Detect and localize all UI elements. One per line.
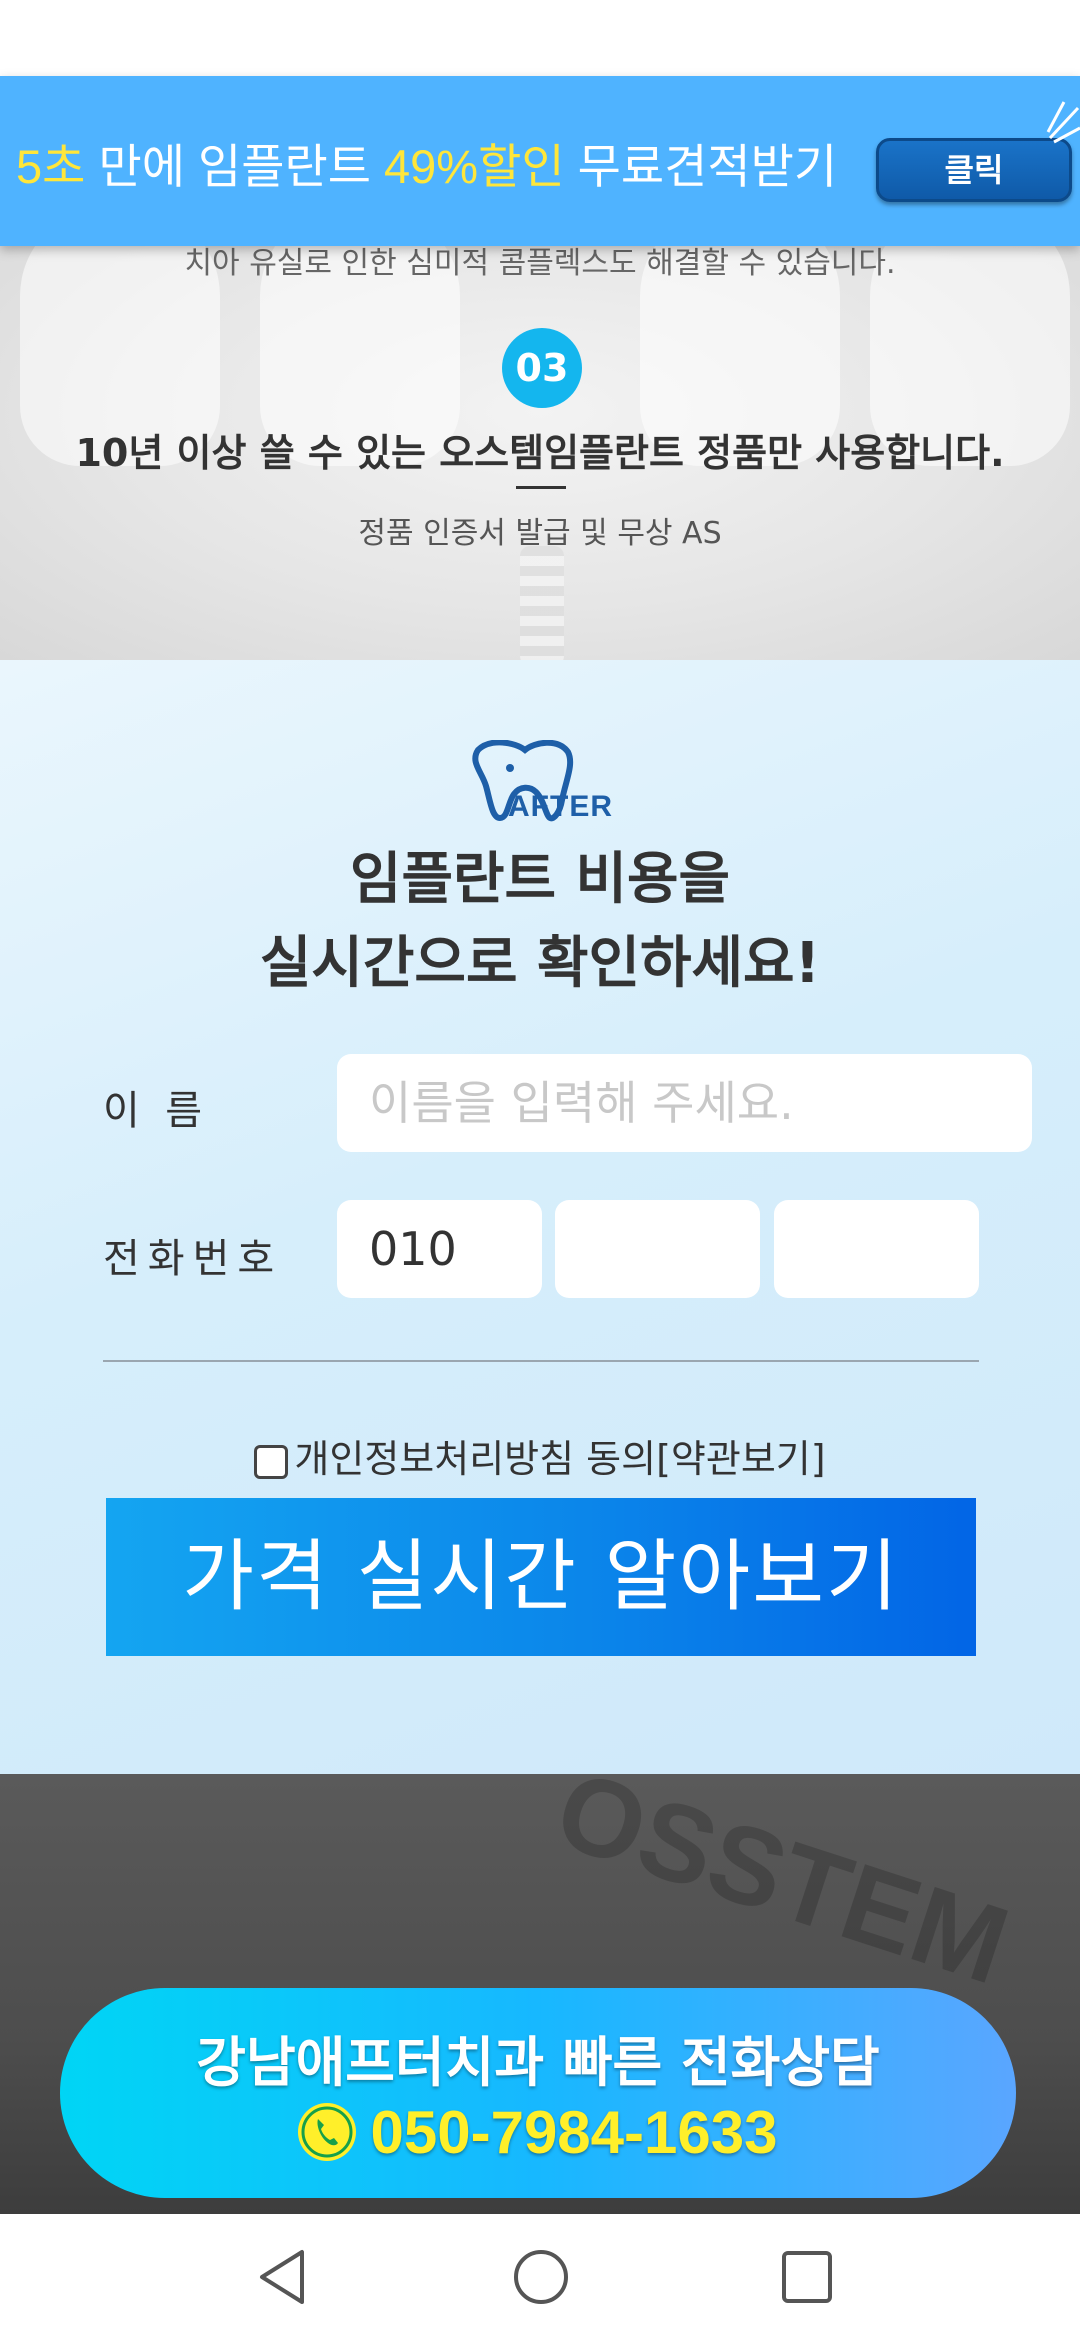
privacy-agree-row[interactable]: 개인정보처리방침 동의[약관보기] xyxy=(0,1428,1080,1483)
privacy-agree-text[interactable]: 개인정보처리방침 동의[약관보기] xyxy=(294,1437,825,1481)
call-number-row: 050-7984-1633 xyxy=(60,2098,1016,2167)
system-nav-bar xyxy=(0,2214,1080,2340)
form-divider xyxy=(103,1360,979,1362)
feature-subtitle: 정품 인증서 발급 및 무상 AS xyxy=(358,516,722,551)
feature-divider xyxy=(516,486,566,489)
form-title-line1: 임플란트 비용을 xyxy=(349,847,731,912)
promo-middle: 만에 임플란트 xyxy=(85,140,385,193)
feature-partial-text: 치아 유실로 인한 심미적 콤플렉스도 해결할 수 있습니다. xyxy=(184,246,896,281)
promo-seconds: 5초 xyxy=(16,140,86,193)
form-title-line2: 실시간으로 확인하세요! xyxy=(259,931,821,996)
home-icon[interactable] xyxy=(506,2244,576,2310)
phone-consult-button[interactable]: 강남애프터치과 빠른 전화상담 050-7984-1633 xyxy=(60,1988,1016,2198)
submit-price-button[interactable]: 가격 실시간 알아보기 xyxy=(106,1498,976,1656)
call-phone-number: 050-7984-1633 xyxy=(370,2099,778,2166)
status-bar xyxy=(0,0,1080,76)
phone-label: 전화번호 xyxy=(103,1236,283,1282)
call-title: 강남애프터치과 빠른 전화상담 xyxy=(196,2031,880,2094)
osstem-watermark: OSSTEM xyxy=(542,1774,1023,2008)
implant-screw xyxy=(520,546,564,660)
sparkle-icon xyxy=(1046,101,1080,144)
promo-text: 5초 만에 임플란트 49%할인 무료견적받기 xyxy=(16,128,837,197)
name-input[interactable]: 이름을 입력해 주세요. xyxy=(337,1054,1032,1152)
logo-text: AFTER xyxy=(508,790,613,823)
form-title: 임플란트 비용을 실시간으로 확인하세요! xyxy=(0,838,1080,1006)
phone-last-input[interactable] xyxy=(774,1200,979,1298)
recents-icon[interactable] xyxy=(772,2244,842,2310)
promo-discount: 49%할인 xyxy=(384,140,565,193)
feature-title: 10년 이상 쓸 수 있는 오스템임플란트 정품만 사용합니다. xyxy=(75,431,1005,475)
back-icon[interactable] xyxy=(250,2244,320,2310)
feature-number-badge: 03 xyxy=(502,328,582,408)
name-label: 이 름 xyxy=(103,1088,203,1134)
phone-prefix-input[interactable]: 010 xyxy=(337,1200,542,1298)
promo-banner[interactable]: 5초 만에 임플란트 49%할인 무료견적받기 클릭 xyxy=(0,76,1080,246)
phone-icon xyxy=(298,2103,357,2161)
privacy-checkbox[interactable] xyxy=(254,1444,289,1479)
estimate-form-section: AFTER 임플란트 비용을 실시간으로 확인하세요! 이 름 이름을 입력해 … xyxy=(0,660,1080,1774)
feature-section: 치아 유실로 인한 심미적 콤플렉스도 해결할 수 있습니다. 03 10년 이… xyxy=(0,246,1080,660)
phone-middle-input[interactable] xyxy=(555,1200,760,1298)
promo-end: 무료견적받기 xyxy=(564,140,838,193)
